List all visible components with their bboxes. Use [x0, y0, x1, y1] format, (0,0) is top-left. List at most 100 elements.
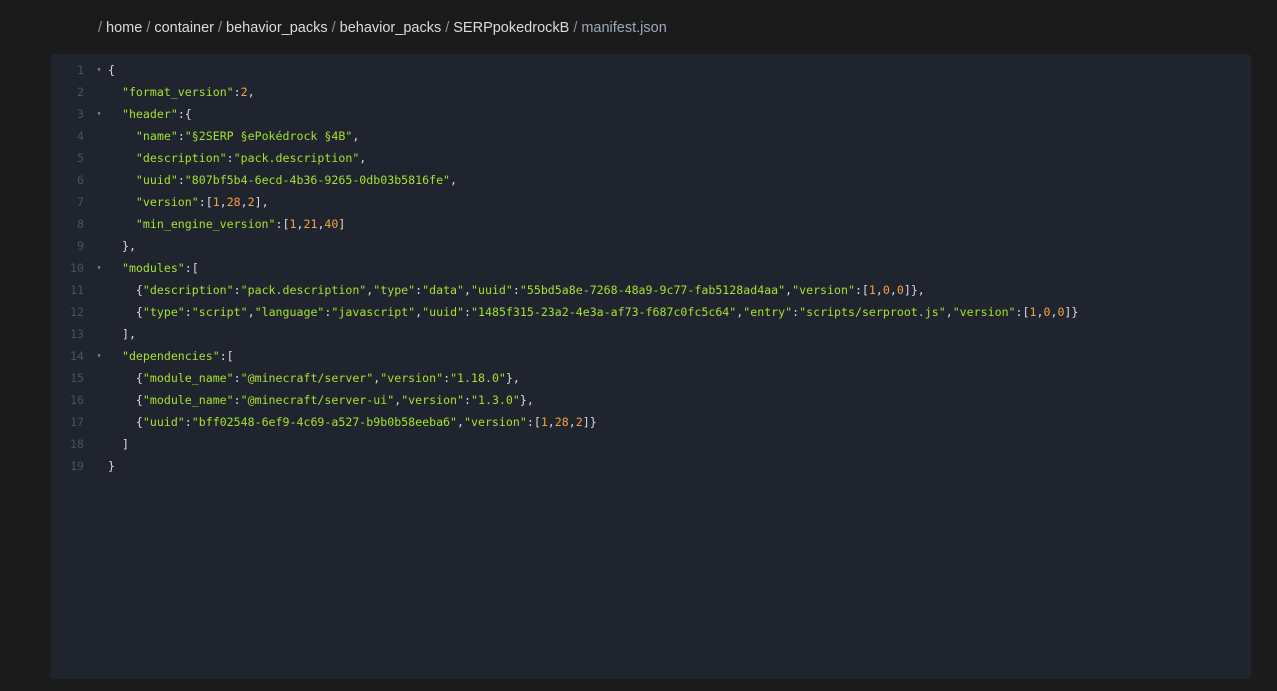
json-string: "uuid"	[135, 173, 178, 187]
code-text[interactable]: {"type":"script","language":"javascript"…	[108, 301, 1078, 323]
fold-arrow-icon[interactable]: ▾	[94, 59, 104, 81]
code-line[interactable]: 11 {"description":"pack.description","ty…	[51, 279, 1251, 301]
code-text[interactable]: "name":"§2SERP §ePokédrock §4B",	[108, 125, 359, 147]
code-line[interactable]: 9 },	[51, 235, 1251, 257]
code-line[interactable]: 17 {"uuid":"bff02548-6ef9-4c69-a527-b9b0…	[51, 411, 1251, 433]
code-line[interactable]: 13 ],	[51, 323, 1251, 345]
code-line[interactable]: 8 "min_engine_version":[1,21,40]	[51, 213, 1251, 235]
fold-arrow-icon[interactable]: ▾	[94, 103, 104, 125]
json-punctuation: ,	[359, 151, 367, 165]
json-string: "entry"	[743, 305, 793, 319]
json-punctuation: {	[108, 371, 143, 385]
json-punctuation	[108, 107, 122, 121]
code-text[interactable]: ]	[108, 433, 129, 455]
json-punctuation: },	[108, 239, 136, 253]
json-punctuation: ,	[457, 415, 465, 429]
breadcrumb-item-container[interactable]: container	[154, 20, 214, 36]
line-number: 18	[70, 437, 84, 451]
json-number: 2	[247, 195, 255, 209]
code-lines[interactable]: 1 ▾ {2 "format_version":2, 3 ▾ "header":{4 "…	[51, 59, 1251, 477]
code-text[interactable]: {"module_name":"@minecraft/server-ui","v…	[108, 389, 534, 411]
json-string: "type"	[142, 305, 185, 319]
json-punctuation: {	[108, 63, 115, 77]
code-editor[interactable]: 1 ▾ {2 "format_version":2, 3 ▾ "header":{4 "…	[51, 54, 1251, 679]
json-punctuation: ,	[450, 173, 458, 187]
json-punctuation: {	[108, 415, 143, 429]
breadcrumb-item-home[interactable]: home	[106, 20, 142, 36]
code-line[interactable]: 14 ▾ "dependencies":[	[51, 345, 1251, 367]
json-punctuation: :	[233, 393, 241, 407]
code-text[interactable]: "format_version":2,	[108, 81, 255, 103]
json-punctuation: ]	[338, 217, 346, 231]
code-line[interactable]: 18 ]	[51, 433, 1251, 455]
code-line[interactable]: 2 "format_version":2,	[51, 81, 1251, 103]
json-punctuation	[108, 217, 136, 231]
json-punctuation: ,	[945, 305, 953, 319]
fold-arrow-icon[interactable]: ▾	[94, 345, 104, 367]
line-number: 17	[70, 415, 84, 429]
code-text[interactable]: "modules":[	[108, 257, 199, 279]
breadcrumb-item-serppokedrockb[interactable]: SERPpokedrockB	[453, 20, 569, 36]
json-punctuation	[108, 129, 136, 143]
json-number: 1	[868, 283, 876, 297]
json-punctuation: :	[233, 85, 241, 99]
json-punctuation: :	[464, 305, 472, 319]
json-punctuation: :	[464, 393, 471, 407]
json-string: "1.3.0"	[471, 393, 520, 407]
code-text[interactable]: ],	[108, 323, 136, 345]
code-text[interactable]: {"description":"pack.description","type"…	[108, 279, 925, 301]
json-string: "@minecraft/server"	[240, 371, 374, 385]
code-text[interactable]: },	[108, 235, 136, 257]
json-string: "data"	[422, 283, 465, 297]
code-line[interactable]: 6 "uuid":"807bf5b4-6ecd-4b36-9265-0db03b…	[51, 169, 1251, 191]
line-number: 10	[70, 261, 84, 275]
code-text[interactable]: "uuid":"807bf5b4-6ecd-4b36-9265-0db03b58…	[108, 169, 457, 191]
json-string: "min_engine_version"	[135, 217, 276, 231]
code-line[interactable]: 5 "description":"pack.description",	[51, 147, 1251, 169]
code-line[interactable]: 4 "name":"§2SERP §ePokédrock §4B",	[51, 125, 1251, 147]
json-punctuation	[108, 261, 122, 275]
json-string: "807bf5b4-6ecd-4b36-9265-0db03b5816fe"	[184, 173, 451, 187]
code-text[interactable]: {	[108, 59, 115, 81]
code-line[interactable]: 3 ▾ "header":{	[51, 103, 1251, 125]
json-number: 1	[212, 195, 220, 209]
json-punctuation: :	[226, 151, 234, 165]
code-line[interactable]: 10 ▾ "modules":[	[51, 257, 1251, 279]
json-number: 1	[540, 415, 548, 429]
code-text[interactable]: "header":{	[108, 103, 192, 125]
json-string: "scripts/serproot.js"	[799, 305, 946, 319]
json-string: "version"	[135, 195, 199, 209]
code-text[interactable]: "description":"pack.description",	[108, 147, 366, 169]
code-text[interactable]: {"module_name":"@minecraft/server","vers…	[108, 367, 520, 389]
json-punctuation	[108, 151, 136, 165]
json-punctuation: :[	[219, 349, 234, 363]
line-number: 2	[77, 85, 84, 99]
code-text[interactable]: }	[108, 455, 115, 477]
code-text[interactable]: {"uuid":"bff02548-6ef9-4c69-a527-b9b0b58…	[108, 411, 597, 433]
fold-arrow-icon[interactable]: ▾	[94, 257, 104, 279]
json-string: "script"	[191, 305, 248, 319]
code-line[interactable]: 15 {"module_name":"@minecraft/server","v…	[51, 367, 1251, 389]
json-string: "uuid"	[471, 283, 513, 297]
code-text[interactable]: "dependencies":[	[108, 345, 234, 367]
code-line[interactable]: 1 ▾ {	[51, 59, 1251, 81]
json-string: "javascript"	[331, 305, 416, 319]
json-punctuation: {	[108, 283, 143, 297]
breadcrumb-item-behavior-packs-inner[interactable]: behavior_packs	[340, 20, 442, 36]
json-string: "§2SERP §ePokédrock §4B"	[184, 129, 353, 143]
json-string: "name"	[135, 129, 178, 143]
json-punctuation: }	[108, 459, 115, 473]
code-text[interactable]: "version":[1,28,2],	[108, 191, 269, 213]
json-punctuation: :[	[526, 415, 541, 429]
json-string: "version"	[380, 371, 444, 385]
breadcrumb-item-behavior-packs[interactable]: behavior_packs	[226, 20, 328, 36]
code-line[interactable]: 7 "version":[1,28,2],	[51, 191, 1251, 213]
code-line[interactable]: 12 {"type":"script","language":"javascri…	[51, 301, 1251, 323]
code-text[interactable]: "min_engine_version":[1,21,40]	[108, 213, 345, 235]
code-line[interactable]: 16 {"module_name":"@minecraft/server-ui"…	[51, 389, 1251, 411]
json-punctuation: :	[233, 371, 241, 385]
json-string: "language"	[254, 305, 325, 319]
code-line[interactable]: 19}	[51, 455, 1251, 477]
json-number: 40	[324, 217, 339, 231]
breadcrumb: / home / container / behavior_packs / behavior_…	[98, 18, 667, 38]
